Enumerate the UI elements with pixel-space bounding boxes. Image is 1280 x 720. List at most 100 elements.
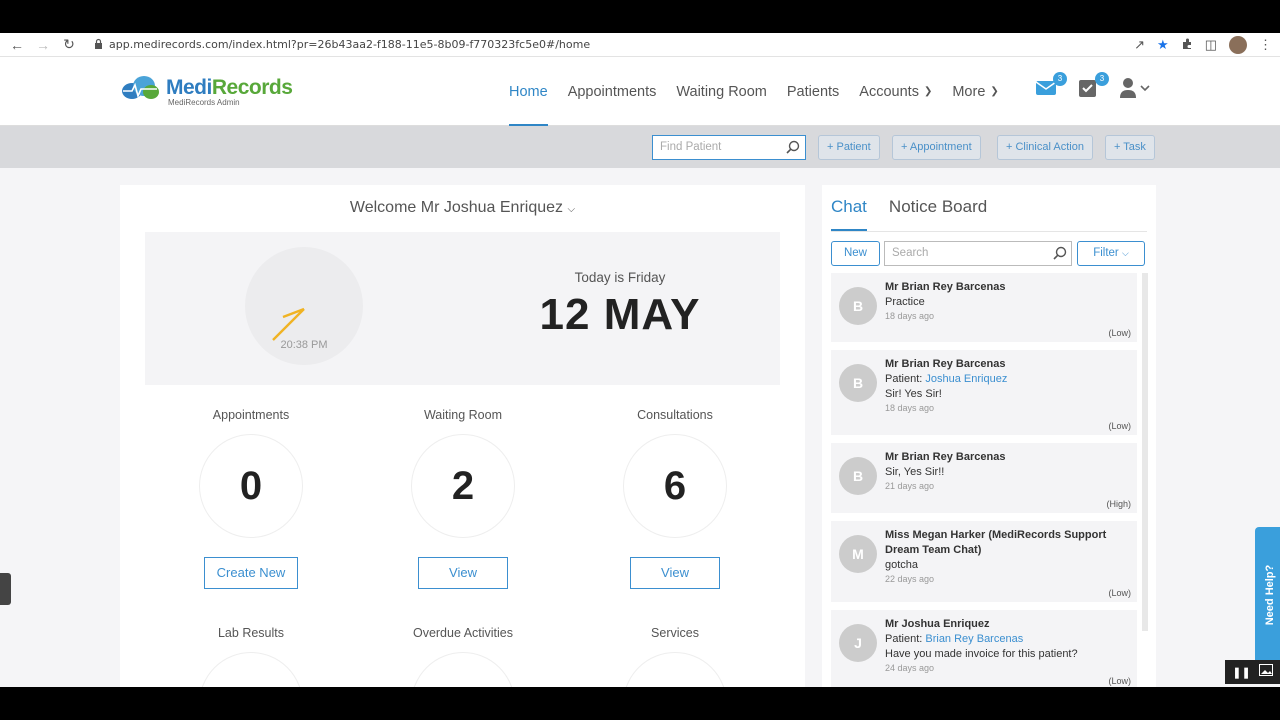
message-age: 21 days ago: [885, 481, 935, 491]
cloud-logo-icon: [120, 75, 160, 101]
message-age: 18 days ago: [885, 403, 935, 413]
chat-message-list: B Mr Brian Rey Barcenas Practice 18 days…: [831, 273, 1137, 687]
tasks-badge: 3: [1095, 72, 1109, 86]
chevron-down-icon: ⌵: [1121, 248, 1129, 258]
view-waiting-room-button[interactable]: View: [418, 557, 508, 589]
stat-label: Overdue Activities: [412, 626, 514, 640]
filter-label: Filter: [1093, 247, 1119, 259]
nav-appointments-label: Appointments: [567, 83, 657, 100]
nav-accounts-label: Accounts: [859, 83, 919, 100]
picture-icon[interactable]: [1258, 663, 1273, 681]
stat-label: Lab Results: [217, 626, 284, 640]
nav-appointments[interactable]: Appointments: [558, 57, 667, 126]
find-patient-placeholder: Find Patient: [660, 141, 722, 153]
share-icon[interactable]: ↗: [1134, 37, 1145, 53]
chat-message[interactable]: B Mr Brian Rey Barcenas Practice 18 days…: [831, 273, 1137, 342]
message-text: Practice: [885, 296, 925, 308]
stat-appointments: Appointments 0 Create New: [171, 408, 331, 589]
priority-label: (Low): [1108, 588, 1131, 598]
tab-chat[interactable]: Chat: [831, 197, 867, 231]
need-help-button[interactable]: Need Help?: [1255, 527, 1280, 672]
stat-lab-results: Lab Results: [171, 626, 331, 687]
reload-icon[interactable]: ↻: [56, 36, 82, 53]
view-consultations-button[interactable]: View: [630, 557, 720, 589]
patient-line: Patient: Brian Rey Barcenas: [885, 632, 1127, 647]
search-icon[interactable]: [786, 140, 800, 157]
back-icon[interactable]: ←: [4, 37, 30, 53]
stat-value: 6: [623, 434, 727, 538]
patient-link[interactable]: Brian Rey Barcenas: [925, 633, 1023, 645]
welcome-text: Welcome Mr Joshua Enriquez: [349, 199, 564, 216]
stat-value: 2: [411, 434, 515, 538]
brand-name-medi: Medi: [166, 76, 212, 99]
chevron-down-icon: ❯: [923, 86, 933, 97]
header-icons: 3 3: [1035, 72, 1153, 101]
find-patient-input[interactable]: Find Patient: [652, 135, 806, 160]
screen-bottom-border: [0, 687, 1280, 720]
need-help-label: Need Help?: [1264, 564, 1276, 626]
chat-scrollbar[interactable]: [1142, 273, 1148, 631]
bookmark-star-icon[interactable]: ★: [1157, 37, 1169, 53]
nav-waiting-room-label: Waiting Room: [676, 83, 767, 100]
chat-message[interactable]: B Mr Brian Rey Barcenas Sir, Yes Sir!! 2…: [831, 443, 1137, 513]
stat-label: Consultations: [637, 408, 713, 422]
stat-waiting-room: Waiting Room 2 View: [383, 408, 543, 589]
chevron-down-icon: ❯: [990, 86, 999, 97]
chevron-down-icon: ⌵: [567, 204, 576, 215]
nav-home-label: Home: [509, 83, 548, 100]
message-text: gotcha: [885, 559, 919, 571]
chat-message[interactable]: M Miss Megan Harker (MediRecords Support…: [831, 521, 1137, 602]
message-text: Sir, Yes Sir!!: [885, 466, 945, 478]
side-feedback-tab[interactable]: [0, 573, 11, 605]
sender-name: Miss Megan Harker (MediRecords Support D…: [885, 529, 1107, 556]
new-chat-button[interactable]: New: [831, 241, 880, 266]
nav-home[interactable]: Home: [499, 57, 558, 126]
filter-button[interactable]: Filter ⌵: [1077, 241, 1145, 266]
message-text: Have you made invoice for this patient?: [885, 648, 1078, 660]
chat-search-placeholder: Search: [892, 247, 929, 259]
add-patient-button[interactable]: + Patient: [818, 135, 880, 160]
extensions-icon[interactable]: [1181, 38, 1193, 53]
stat-value: 0: [199, 434, 303, 538]
tasks-icon[interactable]: 3: [1077, 72, 1109, 101]
clock-time: 20:38 PM: [280, 339, 328, 351]
dashboard-card: Welcome Mr Joshua Enriquez ⌵ 20:38 PM To…: [120, 185, 805, 687]
browser-menu-icon[interactable]: ⋮: [1259, 37, 1272, 53]
media-controls: ❚❚: [1225, 660, 1280, 684]
avatar: M: [839, 535, 877, 573]
patient-link[interactable]: Joshua Enriquez: [925, 373, 1007, 385]
add-appointment-button[interactable]: + Appointment: [892, 135, 981, 160]
nav-patients-label: Patients: [786, 83, 840, 100]
address-bar[interactable]: app.medirecords.com/index.html?pr=26b43a…: [94, 38, 590, 52]
profile-avatar[interactable]: [1229, 36, 1247, 54]
chat-message[interactable]: J Mr Joshua Enriquez Patient: Brian Rey …: [831, 610, 1137, 687]
mail-icon[interactable]: 3: [1035, 72, 1067, 101]
stat-circle: [411, 652, 515, 687]
add-clinical-action-button[interactable]: + Clinical Action: [997, 135, 1093, 160]
nav-more[interactable]: More ❯: [942, 57, 1008, 126]
brand-name: MediRecords: [166, 76, 293, 99]
brand-name-records: Records: [211, 76, 293, 99]
analog-clock: 20:38 PM: [245, 247, 363, 365]
nav-waiting-room[interactable]: Waiting Room: [666, 57, 777, 126]
add-task-button[interactable]: + Task: [1105, 135, 1155, 160]
chat-search-input[interactable]: Search: [884, 241, 1072, 266]
user-menu-icon[interactable]: [1119, 77, 1153, 101]
screen-top-border: [0, 0, 1280, 33]
tab-notice-board[interactable]: Notice Board: [889, 197, 987, 231]
nav-patients[interactable]: Patients: [777, 57, 849, 126]
stat-overdue-activities: Overdue Activities: [383, 626, 543, 687]
forward-icon[interactable]: →: [30, 37, 56, 53]
clock-panel: 20:38 PM Today is Friday 12 MAY: [145, 232, 780, 385]
nav-more-label: More: [952, 83, 986, 100]
medirecords-logo[interactable]: MediRecords MediRecords Admin: [120, 75, 293, 107]
welcome-dropdown[interactable]: Welcome Mr Joshua Enriquez ⌵: [120, 199, 805, 217]
search-icon[interactable]: [1053, 246, 1067, 263]
message-text: Sir! Yes Sir!: [885, 388, 942, 400]
priority-label: (Low): [1108, 421, 1131, 431]
chat-message[interactable]: B Mr Brian Rey Barcenas Patient: Joshua …: [831, 350, 1137, 435]
nav-accounts[interactable]: Accounts ❯: [849, 57, 942, 126]
sidepanel-icon[interactable]: ◫: [1205, 37, 1217, 53]
pause-icon[interactable]: ❚❚: [1232, 666, 1250, 679]
create-new-button[interactable]: Create New: [203, 557, 299, 589]
